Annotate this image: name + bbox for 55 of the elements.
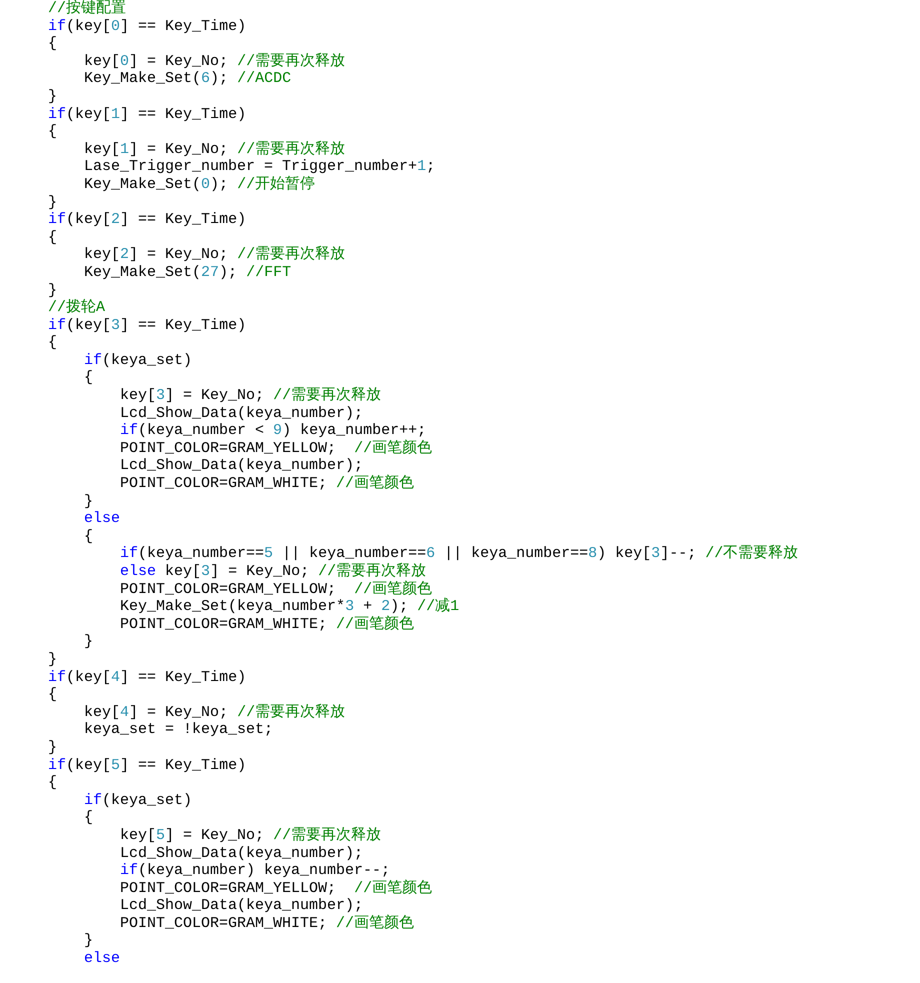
code-line: } — [48, 88, 58, 106]
code-line: { — [83, 528, 94, 546]
code-line: Lcd_Show_Data(keya_number); — [119, 457, 364, 476]
code-line: } — [83, 633, 94, 651]
code-line: { — [48, 774, 58, 792]
code-line: if(key[5] == Key_Time) — [48, 756, 246, 774]
code-line: POINT_COLOR=GRAM_WHITE; //画笔颜色 — [119, 914, 414, 932]
code-line: } — [48, 282, 58, 300]
code-line: key[5] = Key_No; //需要再次释放 — [119, 826, 382, 844]
code-line: if(key[3] == Key_Time) — [48, 316, 246, 334]
code-line: key[4] = Key_No; //需要再次释放 — [83, 704, 346, 722]
code-line: key[3] = Key_No; //需要再次释放 — [119, 387, 382, 405]
code-line: { — [48, 123, 58, 141]
code-line: POINT_COLOR=GRAM_WHITE; //画笔颜色 — [119, 616, 414, 634]
code-line: } — [48, 194, 58, 212]
code-line: if(keya_number==5 || keya_number==6 || keya_number==8) key[3]--; //不需要释放 — [119, 545, 798, 562]
code-line: if(key[4] == Key_Time) — [48, 668, 246, 686]
code-line: { — [83, 809, 94, 827]
code-line: { — [48, 686, 58, 704]
code-line: else — [83, 950, 120, 968]
code-line: POINT_COLOR=GRAM_YELLOW; //画笔颜色 — [119, 440, 432, 458]
code-line: } — [48, 650, 58, 669]
code-line: } — [83, 932, 94, 950]
code-line: key[1] = Key_No; //需要再次释放 — [83, 140, 346, 158]
code-line: if(keya_number) keya_number--; — [119, 862, 390, 880]
code-line: else key[3] = Key_No; //需要再次释放 — [119, 563, 426, 580]
code-line: if(key[2] == Key_Time) — [48, 211, 246, 229]
code-line: if(key[0] == Key_Time) — [48, 18, 246, 36]
code-line: Key_Make_Set(keya_number*3 + 2); //减1 — [119, 598, 460, 616]
code-line: if(keya_number < 9) keya_number++; — [119, 422, 426, 440]
code-line: Lase_Trigger_number = Trigger_number+1; — [83, 158, 436, 176]
code-line: POINT_COLOR=GRAM_YELLOW; //画笔颜色 — [119, 880, 432, 898]
code-line: //拨轮A — [48, 299, 106, 317]
code-line: keya_set = !keya_set; — [83, 721, 274, 739]
code-line: else — [83, 510, 120, 528]
code-line: key[2] = Key_No; //需要再次释放 — [83, 246, 346, 264]
code-line: if(keya_set) — [83, 352, 192, 370]
code-line: { — [83, 369, 94, 388]
code-line: { — [48, 35, 58, 53]
code-line: Key_Make_Set(27); //FFT — [83, 264, 292, 282]
code-line: Lcd_Show_Data(keya_number); — [119, 404, 364, 422]
code-line: Key_Make_Set(0); //开始暂停 — [83, 176, 316, 194]
code-line: { — [48, 334, 58, 352]
code-line: if(keya_set) — [83, 792, 192, 810]
code-line: { — [48, 228, 58, 246]
code-line: Key_Make_Set(6); //ACDC — [83, 70, 292, 88]
code-line: } — [83, 492, 94, 510]
code-line: //按键配置 — [48, 0, 126, 18]
code-line: POINT_COLOR=GRAM_WHITE; //画笔颜色 — [119, 475, 414, 493]
code-line: Lcd_Show_Data(keya_number); — [119, 897, 364, 915]
code-line: } — [48, 738, 58, 757]
code-line: POINT_COLOR=GRAM_YELLOW; //画笔颜色 — [119, 580, 432, 598]
code-line: if(key[1] == Key_Time) — [48, 106, 246, 124]
code-line: key[0] = Key_No; //需要再次释放 — [83, 52, 346, 70]
code-line: Lcd_Show_Data(keya_number); — [119, 844, 364, 862]
